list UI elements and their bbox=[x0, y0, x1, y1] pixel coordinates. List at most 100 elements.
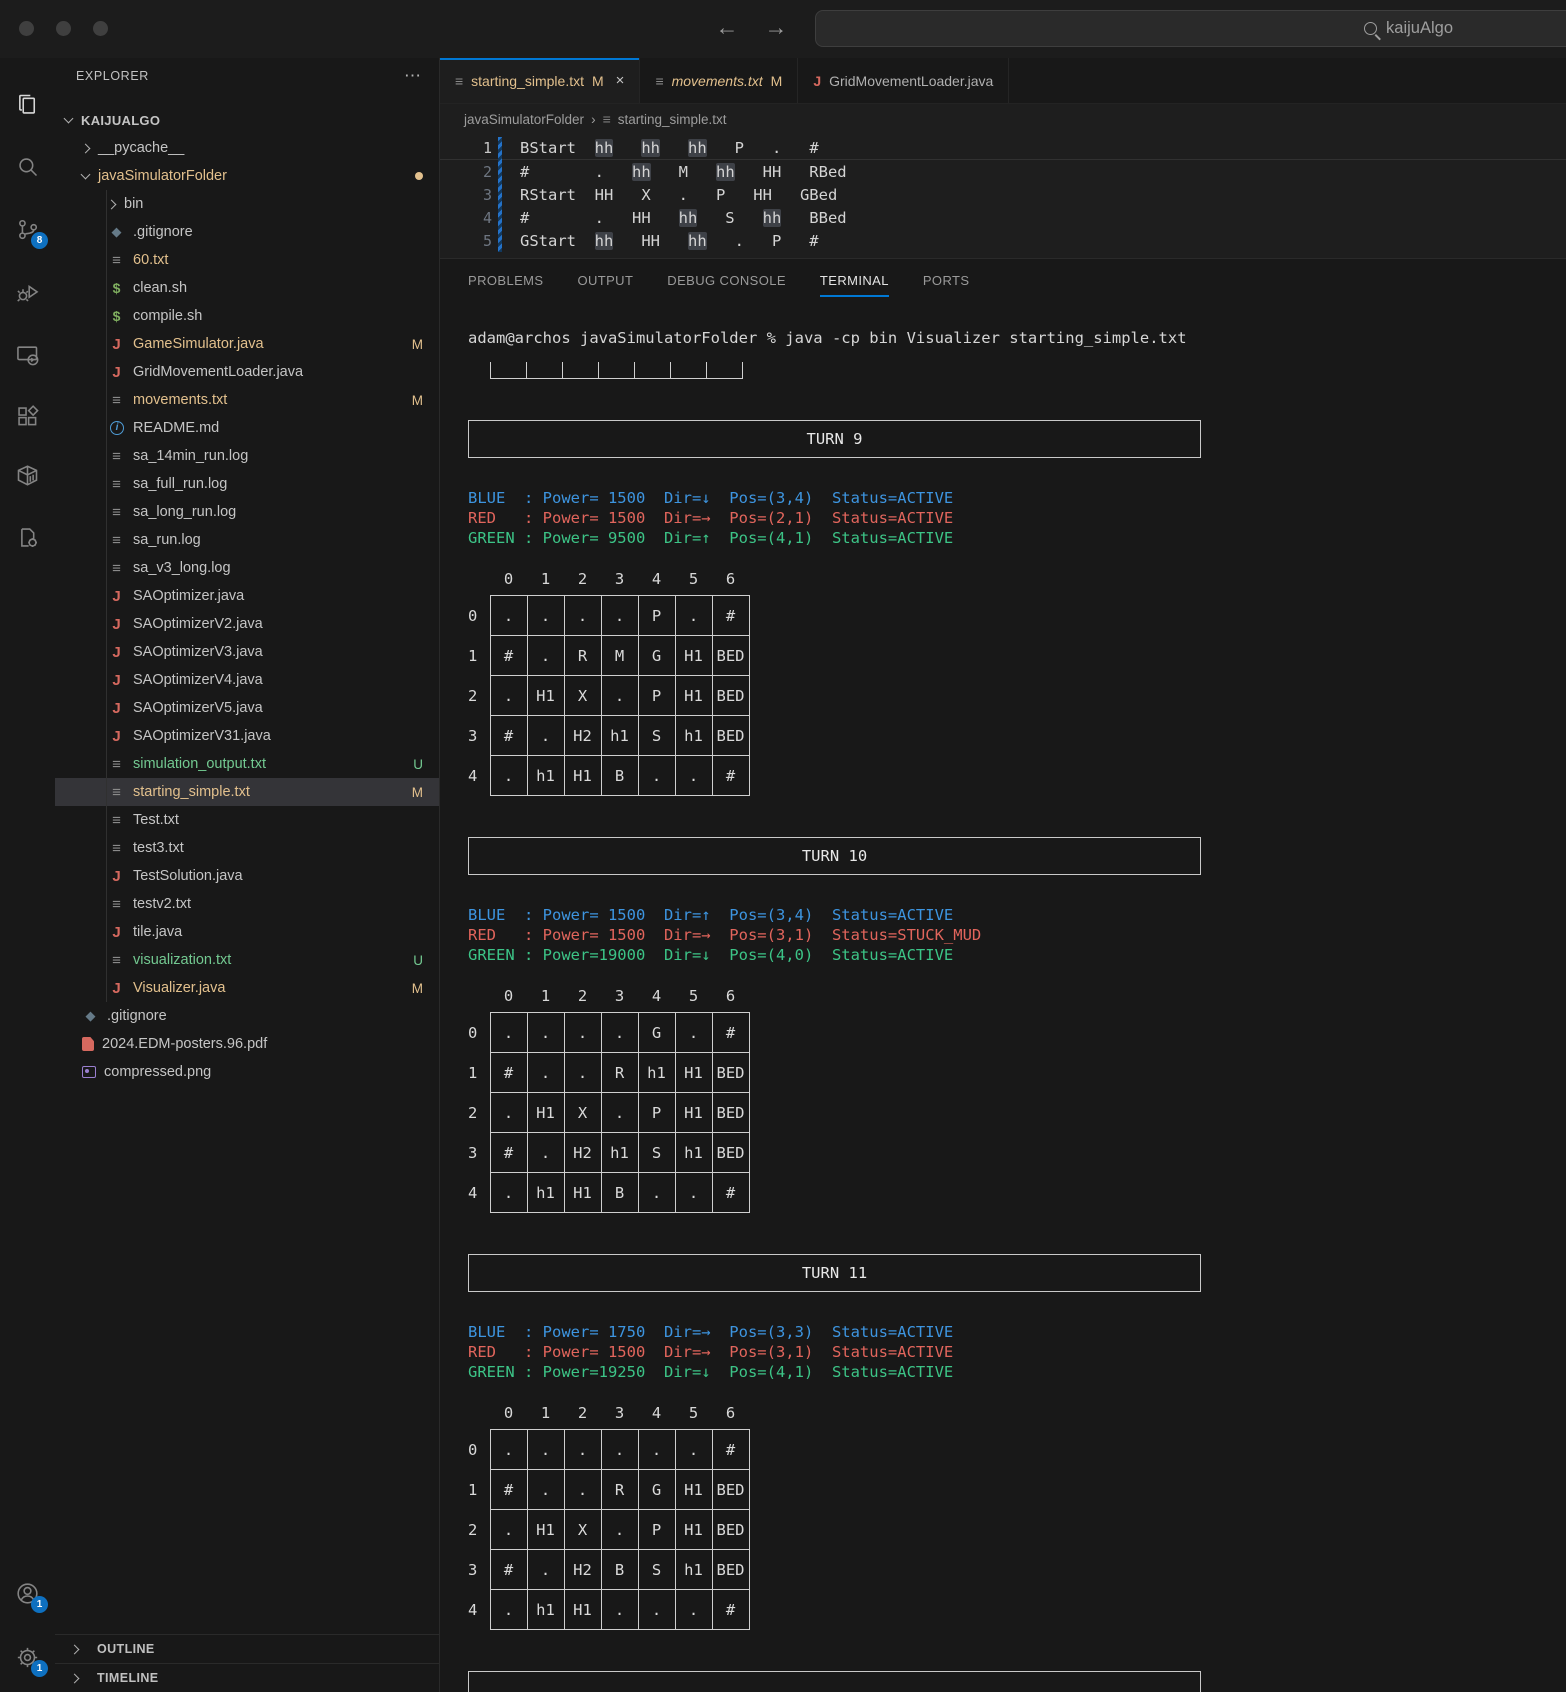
col-header: 1 bbox=[540, 570, 551, 588]
more-actions-icon[interactable]: ⋯ bbox=[404, 66, 423, 86]
tree-item-movements.txt[interactable]: ≡ movements.txt M bbox=[55, 386, 439, 414]
tree-item-sa_run.log[interactable]: ≡ sa_run.log bbox=[55, 526, 439, 554]
grid-cell: . bbox=[600, 675, 639, 716]
tree-item-2024.EDM-posters.96.pdf[interactable]: 2024.EDM-posters.96.pdf bbox=[55, 1030, 439, 1058]
panel-tab-output[interactable]: OUTPUT bbox=[577, 259, 633, 302]
grid-cell: BED bbox=[711, 675, 750, 716]
file-label: visualization.txt bbox=[133, 952, 232, 968]
tree-item-sa_14min_run.log[interactable]: ≡ sa_14min_run.log bbox=[55, 442, 439, 470]
tree-item-testv2.txt[interactable]: ≡ testv2.txt bbox=[55, 890, 439, 918]
file-label: 2024.EDM-posters.96.pdf bbox=[102, 1036, 268, 1052]
java-file-icon: J bbox=[112, 867, 121, 885]
tree-item-SAOptimizerV31.java[interactable]: J SAOptimizerV31.java bbox=[55, 722, 439, 750]
tree-item-SAOptimizerV3.java[interactable]: J SAOptimizerV3.java bbox=[55, 638, 439, 666]
timeline-section[interactable]: TIMELINE bbox=[55, 1663, 439, 1692]
grid-cell: . bbox=[563, 1429, 602, 1470]
traffic-light-minimize[interactable] bbox=[56, 21, 71, 36]
grid-cell: h1 bbox=[600, 715, 639, 756]
accounts-icon[interactable]: 1 bbox=[14, 1580, 48, 1613]
grid-cell: BED bbox=[711, 1469, 750, 1510]
breadcrumb[interactable]: javaSimulatorFolder › ≡ starting_simple.… bbox=[440, 104, 1566, 134]
grid-cell: . bbox=[526, 1132, 565, 1173]
grid-cell: X bbox=[563, 675, 602, 716]
terminal-output[interactable]: adam@archos javaSimulatorFolder % java -… bbox=[440, 302, 1566, 1692]
run-debug-icon[interactable] bbox=[14, 278, 41, 305]
tree-item-TestSolution.java[interactable]: J TestSolution.java bbox=[55, 862, 439, 890]
tree-item-SAOptimizer.java[interactable]: J SAOptimizer.java bbox=[55, 582, 439, 610]
tree-item-SAOptimizerV5.java[interactable]: J SAOptimizerV5.java bbox=[55, 694, 439, 722]
source-control-icon[interactable]: 8 bbox=[14, 216, 48, 249]
tree-item-GridMovementLoader.java[interactable]: J GridMovementLoader.java bbox=[55, 358, 439, 386]
tree-item-SAOptimizerV2.java[interactable]: J SAOptimizerV2.java bbox=[55, 610, 439, 638]
explorer-icon[interactable] bbox=[14, 91, 41, 118]
grid-cell: . bbox=[674, 1429, 713, 1470]
col-header: 4 bbox=[651, 987, 662, 1005]
forward-arrow[interactable]: → bbox=[761, 14, 791, 41]
code-line-2[interactable]: 2 # . hh M hh HH RBed bbox=[440, 160, 1566, 183]
command-center-searchbox[interactable]: kaijuAlgo bbox=[815, 10, 1566, 47]
panel-tab-problems[interactable]: PROBLEMS bbox=[468, 259, 543, 302]
panel-tab-debug-console[interactable]: DEBUG CONSOLE bbox=[667, 259, 786, 302]
tree-item-60.txt[interactable]: ≡ 60.txt bbox=[55, 246, 439, 274]
tree-item-sa_v3_long.log[interactable]: ≡ sa_v3_long.log bbox=[55, 554, 439, 582]
tree-item-Visualizer.java[interactable]: J Visualizer.java M bbox=[55, 974, 439, 1002]
breadcrumb-folder[interactable]: javaSimulatorFolder bbox=[464, 112, 584, 127]
tree-item-simulation_output.txt[interactable]: ≡ simulation_output.txt U bbox=[55, 750, 439, 778]
code-line-3[interactable]: 3 RStart HH X . P HH GBed bbox=[440, 183, 1566, 206]
tab-GridMovementLoader.java[interactable]: J GridMovementLoader.java bbox=[798, 58, 1010, 103]
grid-column-headers: 0 1 2 3 4 5 6 bbox=[490, 987, 1566, 1007]
tree-folder-__pycache__[interactable]: __pycache__ bbox=[55, 134, 439, 162]
tree-item-compile.sh[interactable]: $ compile.sh bbox=[55, 302, 439, 330]
tree-folder-KAIJUALGO[interactable]: KAIJUALGO bbox=[55, 106, 439, 134]
tree-item-visualization.txt[interactable]: ≡ visualization.txt U bbox=[55, 946, 439, 974]
git-modified-gutter bbox=[498, 137, 502, 252]
close-icon[interactable]: × bbox=[616, 72, 625, 89]
code-line-1[interactable]: 1 BStart hh hh hh P . # bbox=[440, 137, 1566, 160]
tree-item-Test.txt[interactable]: ≡ Test.txt bbox=[55, 806, 439, 834]
grid-cell: G bbox=[637, 1469, 676, 1510]
panel-tab-ports[interactable]: PORTS bbox=[923, 259, 970, 302]
tree-item-README.md[interactable]: i README.md bbox=[55, 414, 439, 442]
code-line-4[interactable]: 4 # . HH hh S hh BBed bbox=[440, 206, 1566, 229]
tab-movements.txt[interactable]: ≡ movements.txt M bbox=[640, 58, 799, 103]
back-arrow[interactable]: ← bbox=[712, 14, 742, 41]
java-file-icon: J bbox=[112, 727, 121, 745]
java-file-icon: J bbox=[112, 643, 121, 661]
breadcrumb-file[interactable]: starting_simple.txt bbox=[618, 112, 727, 127]
explorer-sidebar: EXPLORER ⋯ KAIJUALGO __pycache__ javaSimul… bbox=[55, 58, 440, 1692]
search-icon[interactable] bbox=[14, 153, 41, 180]
tree-item-.gitignore[interactable]: ◆ .gitignore bbox=[55, 1002, 439, 1030]
next-turn-box-partial bbox=[468, 1671, 1201, 1692]
tree-folder-bin[interactable]: bin bbox=[55, 190, 439, 218]
tree-folder-javaSimulatorFolder[interactable]: javaSimulatorFolder bbox=[55, 162, 439, 190]
settings-gear-icon[interactable]: 1 bbox=[14, 1644, 48, 1677]
tree-item-starting_simple.txt[interactable]: ≡ starting_simple.txt M bbox=[55, 778, 439, 806]
tree-item-sa_full_run.log[interactable]: ≡ sa_full_run.log bbox=[55, 470, 439, 498]
traffic-light-close[interactable] bbox=[19, 21, 34, 36]
tree-item-compressed.png[interactable]: compressed.png bbox=[55, 1058, 439, 1086]
containers-icon[interactable] bbox=[14, 462, 41, 489]
tree-item-.gitignore[interactable]: ◆ .gitignore bbox=[55, 218, 439, 246]
grid-cell: P bbox=[637, 675, 676, 716]
file-settings-icon[interactable] bbox=[14, 524, 41, 551]
tree-item-tile.java[interactable]: Jtile.java bbox=[55, 918, 439, 946]
code-line-5[interactable]: 5 GStart hh HH hh . P # bbox=[440, 229, 1566, 252]
editor-code[interactable]: 1 BStart hh hh hh P . # 2 # . hh M hh HH RB… bbox=[440, 134, 1566, 258]
git-status-badge: M bbox=[411, 980, 423, 996]
tree-item-clean.sh[interactable]: $ clean.sh bbox=[55, 274, 439, 302]
traffic-light-zoom[interactable] bbox=[93, 21, 108, 36]
java-file-icon: J bbox=[112, 587, 121, 605]
outline-section[interactable]: OUTLINE bbox=[55, 1634, 439, 1663]
status-line-red: RED : Power= 1500 Dir=→ Pos=(3,1) Status… bbox=[468, 926, 982, 944]
panel-tab-terminal[interactable]: TERMINAL bbox=[819, 259, 889, 302]
tree-item-test3.txt[interactable]: ≡ test3.txt bbox=[55, 834, 439, 862]
col-header: 0 bbox=[503, 1404, 514, 1422]
tab-label: movements.txt bbox=[671, 72, 763, 89]
extensions-icon[interactable] bbox=[14, 403, 41, 430]
tree-item-GameSimulator.java[interactable]: J GameSimulator.java M bbox=[55, 330, 439, 358]
grid-cell: # bbox=[711, 1172, 750, 1213]
tree-item-SAOptimizerV4.java[interactable]: J SAOptimizerV4.java bbox=[55, 666, 439, 694]
remote-explorer-icon[interactable] bbox=[14, 341, 41, 368]
tab-starting_simple.txt[interactable]: ≡ starting_simple.txt M × bbox=[440, 58, 641, 103]
tree-item-sa_long_run.log[interactable]: ≡ sa_long_run.log bbox=[55, 498, 439, 526]
